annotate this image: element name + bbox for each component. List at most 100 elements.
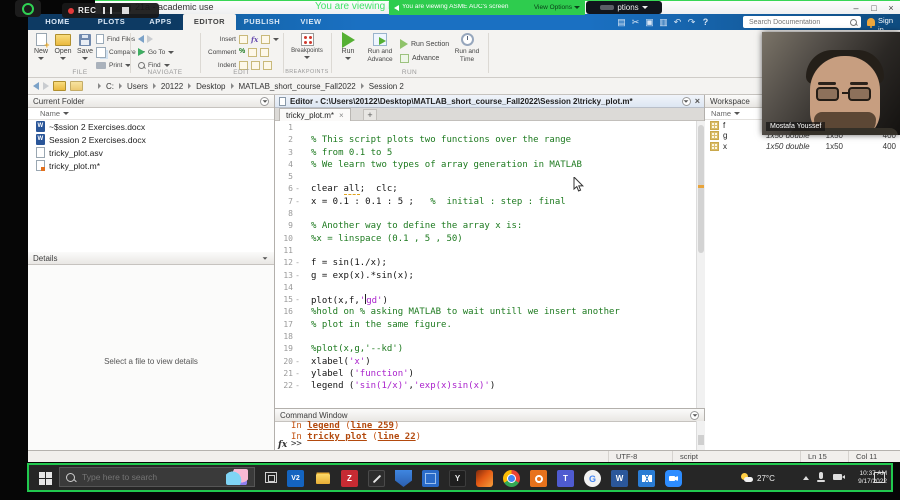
command-link[interactable]: tricky_plot bbox=[307, 432, 367, 442]
editor-file-tab[interactable]: tricky_plot.m* × bbox=[279, 108, 351, 121]
open-button[interactable]: Open bbox=[52, 32, 74, 62]
advance-button[interactable]: Advance bbox=[400, 52, 439, 64]
details-header[interactable]: Details bbox=[28, 252, 274, 265]
run-button[interactable]: Run bbox=[336, 32, 360, 62]
file-row[interactable]: tricky_plot.asv bbox=[28, 146, 274, 159]
tab-publish[interactable]: PUBLISH bbox=[236, 14, 288, 30]
code-editor[interactable]: 12% This script plots two functions over… bbox=[275, 121, 696, 408]
close-tab-icon[interactable]: × bbox=[339, 111, 344, 120]
tab-view[interactable]: VIEW bbox=[288, 14, 334, 30]
command-prompt[interactable]: >> bbox=[291, 439, 302, 449]
back-icon[interactable] bbox=[33, 82, 39, 90]
file-row[interactable]: ~$ssion 2 Exercises.docx bbox=[28, 120, 274, 133]
code-line-4[interactable]: 4% We learn two types of array generatio… bbox=[275, 159, 696, 171]
name-column-header[interactable]: Name bbox=[28, 108, 274, 120]
pause-recording-icon[interactable] bbox=[103, 7, 112, 14]
code-line-18[interactable]: 18 bbox=[275, 331, 696, 343]
file-explorer-icon[interactable] bbox=[314, 470, 331, 487]
editor-close-button[interactable]: × bbox=[695, 97, 700, 106]
command-link[interactable]: line 22 bbox=[378, 432, 416, 442]
save-button[interactable]: Save bbox=[74, 32, 96, 62]
comment-button[interactable]: Comment bbox=[208, 46, 269, 58]
maximize-button[interactable]: □ bbox=[866, 2, 882, 14]
breakpoints-button[interactable]: Breakpoints bbox=[291, 32, 323, 61]
matlab-icon[interactable] bbox=[476, 470, 493, 487]
zotero-icon[interactable] bbox=[341, 470, 358, 487]
teams-icon[interactable] bbox=[557, 470, 574, 487]
breadcrumb-segment[interactable]: 20122 bbox=[161, 82, 183, 91]
scrollbar-thumb[interactable] bbox=[698, 125, 704, 253]
panel-menu-button[interactable] bbox=[260, 97, 269, 106]
collapse-details-button[interactable] bbox=[260, 254, 269, 263]
microphone-icon[interactable] bbox=[819, 472, 823, 479]
command-link[interactable]: legend bbox=[307, 421, 340, 431]
tray-expand-icon[interactable] bbox=[803, 476, 809, 480]
blue-app-icon[interactable] bbox=[422, 470, 439, 487]
panel-menu-button[interactable] bbox=[690, 411, 699, 420]
breadcrumb-segment[interactable]: MATLAB_short_course_Fall2022 bbox=[239, 82, 356, 91]
code-line-19[interactable]: 19%plot(x,g,'--kd') bbox=[275, 343, 696, 355]
insert-button[interactable]: Insert bbox=[208, 33, 279, 45]
code-line-20[interactable]: 20-xlabel('x') bbox=[275, 356, 696, 368]
view-options-button[interactable]: View Options bbox=[534, 4, 580, 11]
code-line-2[interactable]: 2% This script plots two functions over … bbox=[275, 134, 696, 146]
taskbar-search[interactable] bbox=[59, 467, 255, 487]
chrome-icon[interactable] bbox=[503, 470, 520, 487]
code-line-21[interactable]: 21-ylabel ('function') bbox=[275, 368, 696, 380]
close-button[interactable]: × bbox=[883, 2, 899, 14]
orange-app-icon[interactable] bbox=[530, 470, 547, 487]
help-icon[interactable] bbox=[699, 16, 712, 28]
breadcrumb-segment[interactable]: Desktop bbox=[196, 82, 225, 91]
options-dropdown[interactable]: ptions bbox=[586, 1, 662, 14]
new-tab-button[interactable]: + bbox=[363, 109, 377, 121]
start-button-icon[interactable] bbox=[39, 472, 45, 478]
cut-icon[interactable] bbox=[629, 16, 642, 28]
webcam-video[interactable]: Mostafa Youssef bbox=[762, 32, 900, 135]
breadcrumb-segment[interactable]: Users bbox=[127, 82, 148, 91]
paste-icon[interactable] bbox=[657, 16, 670, 28]
google-icon[interactable] bbox=[584, 470, 601, 487]
editor-scrollbar[interactable] bbox=[696, 121, 705, 408]
tab-editor[interactable]: EDITOR bbox=[183, 14, 236, 30]
breadcrumb-segment[interactable]: Session 2 bbox=[369, 82, 404, 91]
run-and-advance-button[interactable]: Run and Advance bbox=[364, 32, 396, 63]
action-center-icon[interactable] bbox=[874, 472, 885, 483]
code-line-8[interactable]: 8 bbox=[275, 208, 696, 220]
command-link[interactable]: line 259 bbox=[351, 421, 394, 431]
meeting-indicator[interactable] bbox=[15, 0, 41, 17]
editor-menu-button[interactable] bbox=[682, 97, 691, 106]
code-line-14[interactable]: 14 bbox=[275, 282, 696, 294]
run-and-time-button[interactable]: Run and Time bbox=[452, 32, 482, 63]
documentation-search-input[interactable] bbox=[747, 18, 847, 27]
weather-icon[interactable] bbox=[741, 473, 753, 483]
notification-bell-icon[interactable] bbox=[867, 18, 875, 26]
camera-icon[interactable] bbox=[833, 474, 842, 480]
run-section-button[interactable]: Run Section bbox=[400, 38, 449, 50]
code-line-22[interactable]: 22-legend ('sin(1/x)','exp(x)sin(x)') bbox=[275, 380, 696, 392]
code-line-1[interactable]: 1 bbox=[275, 122, 696, 134]
variable-row[interactable]: x1x50 double1x50400 bbox=[705, 141, 900, 152]
mail-icon[interactable] bbox=[638, 470, 655, 487]
go-to-button[interactable]: Go To bbox=[138, 46, 174, 58]
news-weather-widget-icon[interactable] bbox=[226, 469, 248, 485]
code-line-7[interactable]: 7-x = 0.1 : 0.1 : 5 ; % initial : step :… bbox=[275, 196, 696, 208]
code-line-10[interactable]: 10%x = linspace (0.1 , 5 , 50) bbox=[275, 233, 696, 245]
command-scrollbar[interactable] bbox=[696, 421, 705, 451]
browse-folder-icon[interactable] bbox=[70, 81, 83, 91]
code-line-13[interactable]: 13-g = exp(x).*sin(x); bbox=[275, 270, 696, 282]
undo-icon[interactable] bbox=[671, 16, 684, 28]
copy-icon[interactable] bbox=[643, 16, 656, 28]
code-line-17[interactable]: 17% plot in the same figure. bbox=[275, 319, 696, 331]
file-row[interactable]: Session 2 Exercises.docx bbox=[28, 133, 274, 146]
code-line-15[interactable]: 15-plot(x,f,'gd') bbox=[275, 294, 696, 306]
new-button[interactable]: New bbox=[30, 32, 52, 62]
zoom-app-icon[interactable] bbox=[665, 470, 682, 487]
command-output[interactable]: In legend (line 259)In tricky_plot (line… bbox=[275, 421, 696, 451]
code-line-12[interactable]: 12-f = sin(1./x); bbox=[275, 257, 696, 269]
redo-icon[interactable] bbox=[685, 16, 698, 28]
back-icon[interactable] bbox=[138, 35, 144, 43]
forward-icon[interactable] bbox=[147, 35, 153, 43]
word-icon[interactable] bbox=[611, 470, 628, 487]
y-app-icon[interactable] bbox=[449, 470, 466, 487]
up-folder-icon[interactable] bbox=[53, 81, 66, 91]
